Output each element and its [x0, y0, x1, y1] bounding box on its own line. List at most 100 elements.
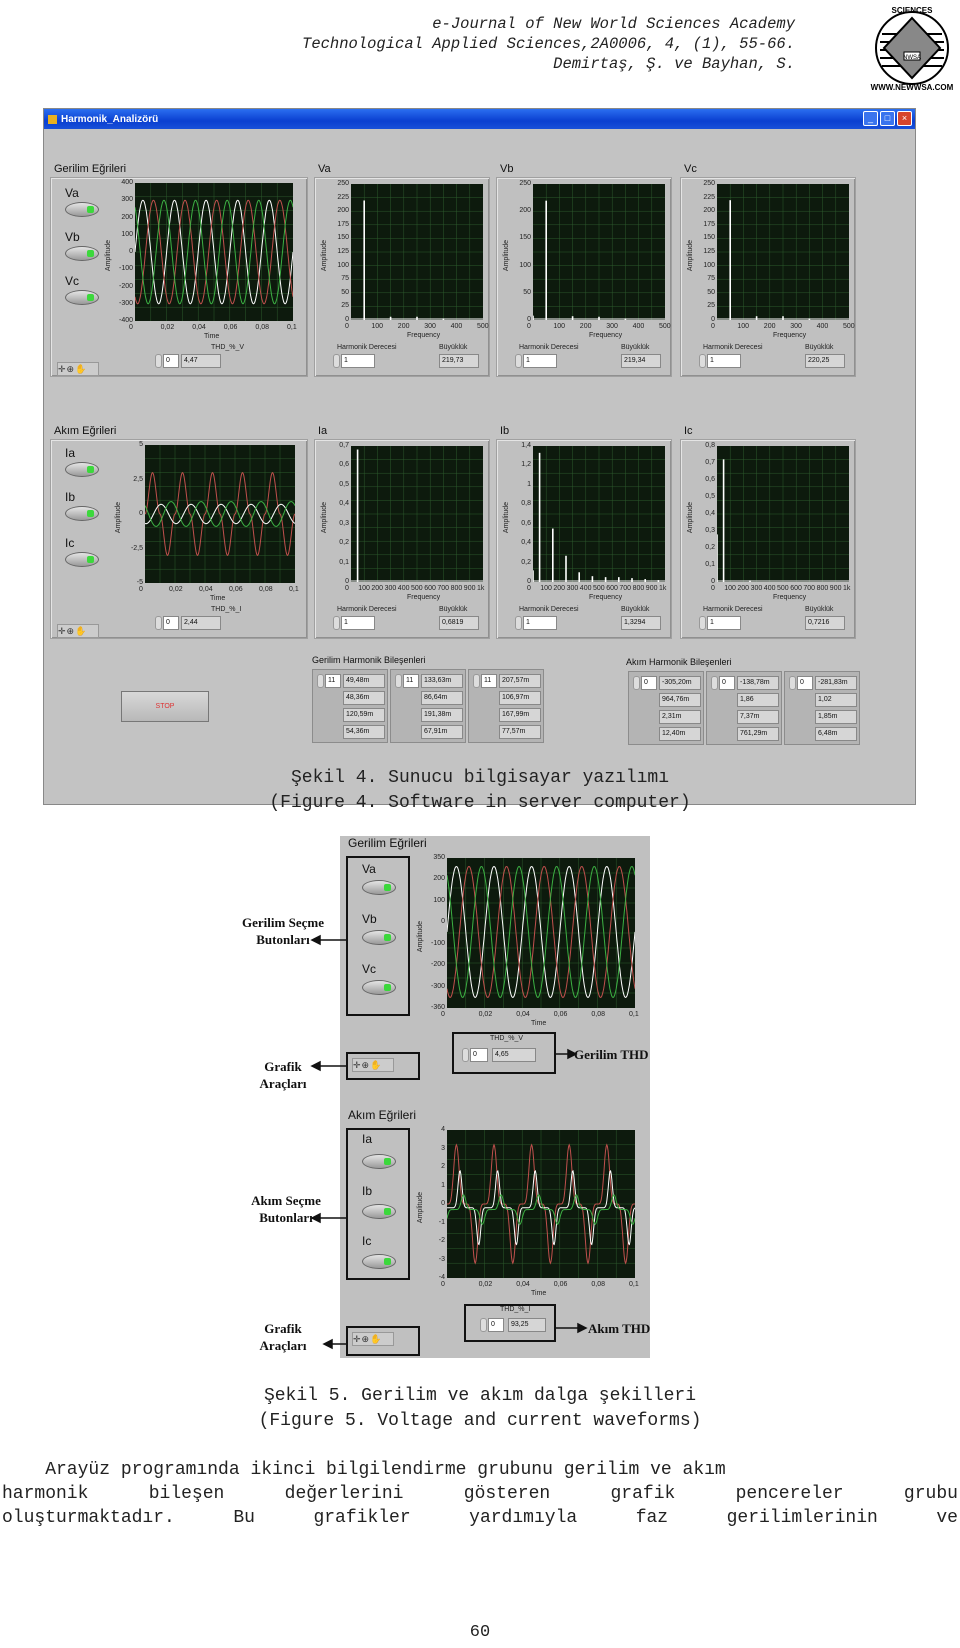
- magnitude-value: 1,3294: [621, 616, 661, 630]
- y-axis-label: Amplitude: [105, 239, 113, 272]
- harmonic-order-input[interactable]: 1: [707, 616, 741, 630]
- array-index-spinner[interactable]: [789, 676, 796, 690]
- fig5-graph-tools-2[interactable]: ✛⊕✋: [352, 1332, 394, 1346]
- close-button[interactable]: ×: [897, 111, 912, 126]
- vc-switch[interactable]: [65, 290, 99, 305]
- array-index-input[interactable]: 11: [325, 674, 341, 688]
- array-index-input[interactable]: 0: [719, 676, 735, 690]
- ib-switch[interactable]: [65, 506, 99, 521]
- harmonic-order-spinner[interactable]: [515, 354, 522, 368]
- fig5-vc-switch[interactable]: [362, 980, 396, 995]
- fig5-thd-v-label: THD_%_V: [490, 1035, 524, 1042]
- harmonic-order-spinner[interactable]: [699, 616, 706, 630]
- spectrum-bar: [363, 200, 365, 320]
- x-tick-label: 0,02: [160, 324, 175, 331]
- thd-v-spinner[interactable]: [155, 354, 162, 368]
- spectrum-bar: [416, 316, 418, 320]
- maximize-button[interactable]: □: [880, 111, 895, 126]
- vb-switch[interactable]: [65, 246, 99, 261]
- array-index-spinner[interactable]: [711, 676, 718, 690]
- array-index-spinner[interactable]: [633, 676, 640, 690]
- harmonic-order-input[interactable]: 1: [523, 616, 557, 630]
- spectrum-plot[interactable]: [717, 446, 849, 582]
- y-tick-label: 0,5: [705, 493, 715, 500]
- x-tick-label: 0: [345, 323, 349, 330]
- voltage-waveform-plot[interactable]: [135, 183, 293, 321]
- spectrum-title-vb: Vb: [500, 163, 514, 175]
- x-tick-label: 800: [632, 585, 645, 592]
- word: grafikler: [313, 1508, 411, 1528]
- thd-v-index[interactable]: 0: [163, 354, 179, 368]
- fig5-graph-tools-1[interactable]: ✛⊕✋: [352, 1058, 394, 1072]
- array-index-input[interactable]: 11: [403, 674, 419, 688]
- x-tick-label: 400: [397, 585, 410, 592]
- x-tick-label: 300: [566, 585, 579, 592]
- fig5-thd-v-index[interactable]: 0: [470, 1048, 488, 1062]
- array-index-input[interactable]: 11: [481, 674, 497, 688]
- current-waveform-plot[interactable]: [145, 445, 295, 583]
- fig5-voltage-plot[interactable]: [447, 858, 635, 1008]
- ia-label: Ia: [65, 446, 76, 460]
- fig5-va-switch[interactable]: [362, 880, 396, 895]
- fig5-vb-switch[interactable]: [362, 930, 396, 945]
- array-index-spinner[interactable]: [473, 674, 480, 688]
- word: ve: [936, 1508, 958, 1528]
- va-switch[interactable]: [65, 202, 99, 217]
- harmonic-order-input[interactable]: 1: [341, 616, 375, 630]
- y-tick-label: 0,2: [521, 558, 531, 566]
- spectrum-plot[interactable]: [717, 184, 849, 320]
- y-tick-label: 0,4: [705, 510, 715, 517]
- fig5-ia-switch[interactable]: [362, 1154, 396, 1169]
- fig5-ic-switch[interactable]: [362, 1254, 396, 1269]
- thd-i-spinner[interactable]: [155, 616, 162, 630]
- harmonic-order-input[interactable]: 1: [341, 354, 375, 368]
- fig5-ib-switch[interactable]: [362, 1204, 396, 1219]
- x-tick-label: 400: [816, 323, 829, 330]
- array-index-input[interactable]: 0: [641, 676, 657, 690]
- array-element: 1,85m: [815, 710, 857, 724]
- graph-tools[interactable]: ✛⊕✋: [57, 624, 99, 638]
- x-tick-label: 0,08: [255, 324, 270, 331]
- array-element: 964,76m: [659, 693, 701, 707]
- graph-tools[interactable]: ✛⊕✋: [57, 362, 99, 376]
- spectrum-plot[interactable]: [533, 184, 665, 320]
- spectrum-plot[interactable]: [533, 446, 665, 582]
- harmonic-order-input[interactable]: 1: [707, 354, 741, 368]
- fig5-ic-label: Ic: [362, 1234, 372, 1248]
- y-axis-label: Amplitude: [417, 1191, 425, 1224]
- x-tick-label: 0: [129, 324, 133, 331]
- x-tick-label: 100: [371, 323, 384, 330]
- x-tick-label: 200: [579, 323, 592, 330]
- y-tick-label: -100: [430, 939, 445, 947]
- fig5-thd-i-spinner[interactable]: [480, 1318, 487, 1332]
- harmonic-order-spinner[interactable]: [699, 354, 706, 368]
- current-harmonic-array: 0 -305,20m 964,76m 2,31m 12,40m: [628, 671, 704, 745]
- harmonic-order-spinner[interactable]: [515, 616, 522, 630]
- array-index-spinner[interactable]: [395, 674, 402, 688]
- window-titlebar[interactable]: Harmonik_Analizörü: [44, 109, 915, 129]
- stop-button[interactable]: STOP: [121, 691, 209, 722]
- harmonic-order-input[interactable]: 1: [523, 354, 557, 368]
- ic-switch[interactable]: [65, 552, 99, 567]
- y-tick-label: 0: [527, 578, 531, 585]
- spectrum-plot[interactable]: [351, 184, 483, 320]
- fig5-thd-v-spinner[interactable]: [462, 1048, 469, 1062]
- array-index-input[interactable]: 0: [797, 676, 813, 690]
- vc-label: Vc: [65, 274, 80, 288]
- thd-i-index[interactable]: 0: [163, 616, 179, 630]
- app-icon: [48, 114, 57, 124]
- ia-switch[interactable]: [65, 462, 99, 477]
- harmonic-order-spinner[interactable]: [333, 616, 340, 630]
- y-tick-label: 175: [703, 220, 715, 228]
- word: gerilimlerinin: [726, 1508, 878, 1528]
- x-tick-label: 0,04: [199, 586, 213, 593]
- minimize-button[interactable]: _: [863, 111, 878, 126]
- y-tick-label: 0,4: [521, 539, 531, 547]
- fig5-current-plot[interactable]: [447, 1130, 635, 1278]
- fig5-thd-i-index[interactable]: 0: [488, 1318, 504, 1332]
- harmonic-order-spinner[interactable]: [333, 354, 340, 368]
- array-index-spinner[interactable]: [317, 674, 324, 688]
- array-element: 761,29m: [737, 727, 779, 741]
- y-tick-label: 0: [441, 918, 445, 926]
- spectrum-plot[interactable]: [351, 446, 483, 582]
